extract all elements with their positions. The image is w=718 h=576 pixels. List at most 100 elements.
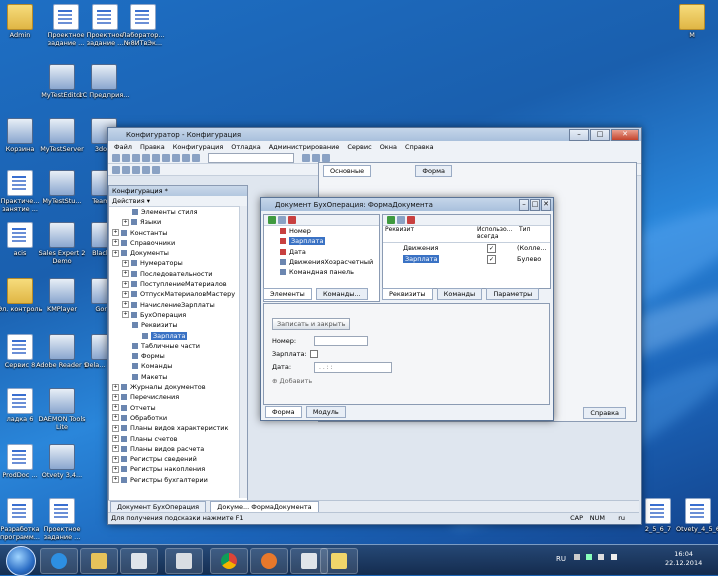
find-icon[interactable] <box>192 153 200 162</box>
tree-item[interactable]: + Справочники <box>112 238 247 248</box>
expand-icon[interactable]: + <box>122 301 129 309</box>
tab-attributes[interactable]: Реквизиты <box>382 288 433 300</box>
tree-item[interactable]: + Языки <box>112 217 247 227</box>
taskbar-explorer[interactable] <box>80 548 118 574</box>
debug-icon[interactable] <box>302 153 310 162</box>
minimize-button[interactable]: – <box>569 129 589 141</box>
cut-icon[interactable] <box>142 153 150 162</box>
tab-parameters[interactable]: Параметры <box>486 288 540 300</box>
tray-volume-icon[interactable] <box>610 554 617 560</box>
expand-icon[interactable]: + <box>112 383 119 391</box>
tree-item[interactable]: + Нумераторы <box>112 258 247 268</box>
tree-scrollbar[interactable] <box>239 206 247 498</box>
tree-item[interactable]: + ПоступлениеМатериалов <box>112 279 247 289</box>
expand-icon[interactable]: + <box>122 259 129 267</box>
tab-module[interactable]: Модуль <box>305 406 346 418</box>
desktop-icon[interactable]: Otvety 3,4... <box>34 444 90 480</box>
tree-item[interactable]: Элементы стиля <box>112 207 247 217</box>
desktop-icon[interactable]: Проектное задание ... <box>34 498 90 541</box>
bg-help-tab[interactable]: Справка <box>583 407 626 419</box>
font-icon[interactable] <box>132 165 140 174</box>
tray-arrow-icon[interactable] <box>574 554 580 560</box>
expand-icon[interactable]: + <box>112 465 119 473</box>
new-icon[interactable] <box>112 153 120 162</box>
save-icon[interactable] <box>132 153 140 162</box>
desktop-icon[interactable]: Лаборатор... №8ИТвЭк... <box>115 4 171 47</box>
tree-item[interactable]: + Регистры бухгалтерии <box>112 475 247 485</box>
menu-configuration[interactable]: Конфигурация <box>173 143 224 151</box>
format-icon[interactable] <box>112 165 120 174</box>
actions-label[interactable]: Действия ▾ <box>112 197 150 205</box>
taskbar-chrome[interactable] <box>210 548 248 574</box>
form-maximize-button[interactable]: □ <box>530 199 540 211</box>
form-window[interactable]: Документ БухОперация: ФормаДокумента – □… <box>260 197 554 421</box>
taskbar-firefox[interactable] <box>250 548 288 574</box>
expand-icon[interactable]: + <box>122 311 129 319</box>
form-element-item[interactable]: Номер <box>280 226 379 236</box>
form-minimize-button[interactable]: – <box>519 199 529 211</box>
tab-elements[interactable]: Элементы <box>263 288 312 300</box>
taskbar-app4[interactable] <box>320 548 358 574</box>
add-row-button[interactable]: ⊕ Добавить <box>272 377 312 385</box>
save-and-close-button[interactable]: Записать и закрыть <box>272 318 351 330</box>
date-field[interactable]: . . : : <box>314 362 392 373</box>
always-use-checkbox[interactable]: ✓ <box>487 244 496 253</box>
taskbar-ie[interactable] <box>40 548 78 574</box>
expand-icon[interactable]: + <box>112 476 119 484</box>
expand-icon[interactable]: + <box>112 249 119 257</box>
form-element-item[interactable]: Командная панель <box>280 267 379 277</box>
tree-item[interactable]: + Планы счетов <box>112 434 247 444</box>
tree-item[interactable]: + ОтпускМатериаловМастеру <box>112 289 247 299</box>
tree-item[interactable]: + Последовательности <box>112 269 247 279</box>
attribute-row[interactable]: Движения ✓ (Колле... <box>383 243 550 254</box>
expand-icon[interactable]: + <box>112 239 119 247</box>
tray-lang[interactable]: RU <box>556 555 566 563</box>
add-element-icon[interactable] <box>268 216 276 224</box>
bg-tab-form[interactable]: Форма <box>415 165 452 177</box>
always-use-checkbox[interactable]: ✓ <box>487 255 496 264</box>
desktop-icon[interactable]: 1С Предприя... <box>76 64 132 100</box>
actions-menu[interactable]: Действия ▾ <box>109 196 247 207</box>
form-element-item[interactable]: Дата <box>280 247 379 257</box>
border-icon[interactable] <box>152 165 160 174</box>
tree-item[interactable]: + Журналы документов <box>112 382 247 392</box>
tree-item[interactable]: Зарплата <box>112 331 247 341</box>
undo-icon[interactable] <box>172 153 180 162</box>
expand-icon[interactable]: + <box>112 455 119 463</box>
tray-network-icon[interactable] <box>598 554 605 560</box>
form-titlebar[interactable]: Документ БухОперация: ФормаДокумента – □… <box>261 198 553 211</box>
clock[interactable]: 16:04 22.12.2014 <box>665 550 702 568</box>
taskbar-app2[interactable] <box>165 548 203 574</box>
tree-item[interactable]: + Планы видов характеристик <box>112 423 247 433</box>
color-icon[interactable] <box>142 165 150 174</box>
tree-item[interactable]: Табличные части <box>112 341 247 351</box>
tree-item[interactable]: + Документы <box>112 248 247 258</box>
tab-form-commands[interactable]: Команды... <box>316 288 368 300</box>
delete-element-icon[interactable] <box>288 216 296 224</box>
expand-icon[interactable]: + <box>112 424 119 432</box>
paste-icon[interactable] <box>162 153 170 162</box>
edit-element-icon[interactable] <box>278 216 286 224</box>
form-close-button[interactable]: ✕ <box>541 199 551 211</box>
tree-item[interactable]: Реквизиты <box>112 320 247 330</box>
bg-tab-main[interactable]: Основные <box>323 165 372 177</box>
tree-item[interactable]: + БухОперация <box>112 310 247 320</box>
expand-icon[interactable]: + <box>112 414 119 422</box>
run-icon[interactable] <box>312 153 320 162</box>
expand-icon[interactable]: + <box>112 404 119 412</box>
salary-checkbox[interactable] <box>310 350 318 358</box>
tree-item[interactable]: + НачислениеЗарплаты <box>112 300 247 310</box>
tab-commands[interactable]: Команды <box>436 288 483 300</box>
menu-windows[interactable]: Окна <box>380 143 397 151</box>
add-attr-icon[interactable] <box>397 216 405 224</box>
align-icon[interactable] <box>122 165 130 174</box>
tree-item[interactable]: + Отчеты <box>112 403 247 413</box>
tree-item[interactable]: Команды <box>112 361 247 371</box>
tree-item[interactable]: Макеты <box>112 372 247 382</box>
menu-file[interactable]: Файл <box>114 143 132 151</box>
maximize-button[interactable]: □ <box>590 129 610 141</box>
expand-icon[interactable]: + <box>112 445 119 453</box>
menu-help[interactable]: Справка <box>405 143 434 151</box>
number-field[interactable] <box>314 336 368 346</box>
configurator-titlebar[interactable]: Конфигуратор - Конфигурация – □ ✕ <box>108 128 641 141</box>
